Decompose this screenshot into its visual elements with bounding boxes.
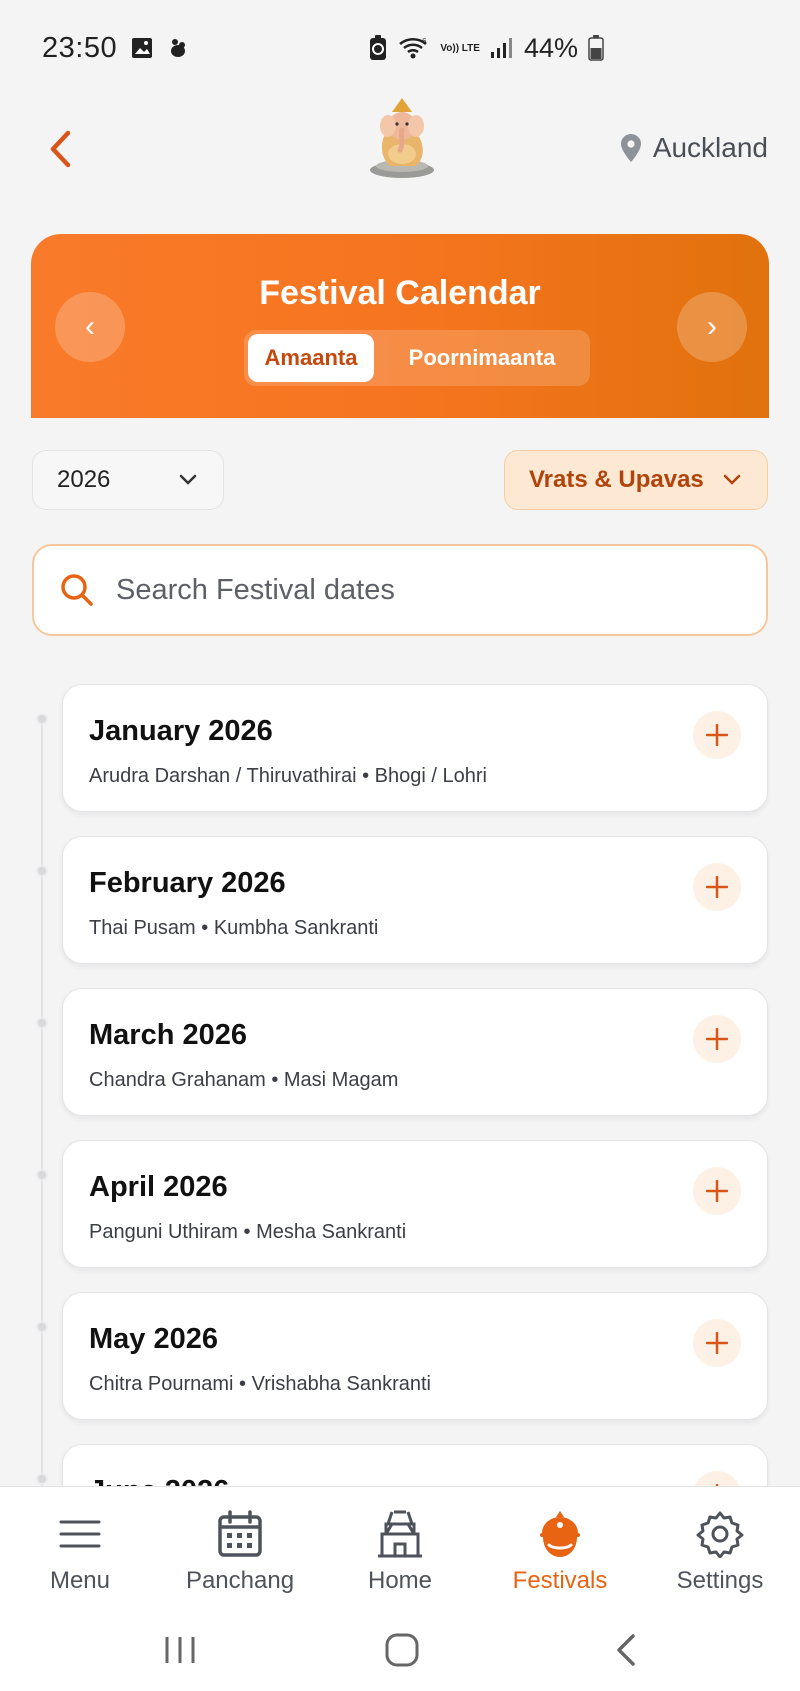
- year-value: 2026: [57, 466, 111, 493]
- timeline-dot: [36, 1321, 48, 1333]
- timeline-dot: [36, 1473, 48, 1485]
- nav-settings-label: Settings: [676, 1567, 764, 1594]
- location-pin-icon: [620, 134, 641, 162]
- back-icon: [617, 1634, 635, 1666]
- wifi-icon: 6: [398, 36, 430, 60]
- battery-icon: [588, 35, 604, 61]
- search-icon: [61, 574, 93, 606]
- timeline-dot: [36, 713, 48, 725]
- tab-amaanta[interactable]: Amaanta: [248, 334, 374, 382]
- back-button[interactable]: [40, 126, 80, 172]
- chevron-right-icon: ›: [707, 310, 717, 343]
- festival-calendar-banner: Festival Calendar ‹ › Amaanta Poornimaan…: [31, 234, 769, 418]
- location-selector[interactable]: Auckland: [620, 132, 768, 164]
- month-title: February 2026: [89, 867, 286, 899]
- prev-button[interactable]: ‹: [55, 292, 125, 362]
- chevron-left-icon: ‹: [85, 310, 95, 343]
- month-festivals: Chitra Pournami • Vrishabha Sankranti: [89, 1373, 431, 1395]
- month-festivals: Chandra Grahanam • Masi Magam: [89, 1069, 399, 1091]
- plus-icon: [706, 876, 728, 898]
- battery-saver-icon: [368, 35, 388, 61]
- add-button[interactable]: [693, 1167, 741, 1215]
- plus-icon: [706, 1180, 728, 1202]
- tab-poornimaanta[interactable]: Poornimaanta: [378, 334, 586, 382]
- timeline-dot: [36, 1017, 48, 1029]
- add-button[interactable]: [693, 711, 741, 759]
- signal-icon: [490, 37, 514, 59]
- plus-icon: [706, 1028, 728, 1050]
- battery-percent: 44%: [523, 32, 578, 63]
- recent-apps-button[interactable]: [150, 1630, 210, 1670]
- menu-icon: [53, 1507, 107, 1561]
- teddy-icon: [167, 37, 189, 59]
- nav-festivals[interactable]: Festivals: [480, 1487, 640, 1608]
- nav-festivals-label: Festivals: [512, 1567, 608, 1594]
- nav-home[interactable]: Home: [320, 1487, 480, 1608]
- app-header: Auckland: [0, 96, 800, 204]
- ganesha-logo: [360, 96, 444, 180]
- nav-settings[interactable]: Settings: [640, 1487, 800, 1608]
- calendar-type-toggle: Amaanta Poornimaanta: [244, 330, 590, 386]
- search-box: [32, 544, 768, 636]
- chevron-down-icon: [179, 474, 197, 485]
- status-time: 23:50: [42, 31, 118, 64]
- month-card-march[interactable]: March 2026 Chandra Grahanam • Masi Magam: [62, 988, 768, 1116]
- month-card-february[interactable]: February 2026 Thai Pusam • Kumbha Sankra…: [62, 836, 768, 964]
- gear-icon: [693, 1507, 747, 1561]
- month-festivals: Arudra Darshan / Thiruvathirai • Bhogi /…: [89, 765, 487, 787]
- category-dropdown[interactable]: Vrats & Upavas: [504, 450, 768, 510]
- system-home-button[interactable]: [372, 1630, 432, 1670]
- calendar-icon: [213, 1507, 267, 1561]
- month-card-january[interactable]: January 2026 Arudra Darshan / Thiruvathi…: [62, 684, 768, 812]
- month-card-april[interactable]: April 2026 Panguni Uthiram • Mesha Sankr…: [62, 1140, 768, 1268]
- nav-home-label: Home: [367, 1567, 433, 1594]
- nav-panchang[interactable]: Panchang: [160, 1487, 320, 1608]
- nav-menu[interactable]: Menu: [0, 1487, 160, 1608]
- bottom-nav: Menu Panchang Home Festivals Settings: [0, 1486, 800, 1608]
- search-input[interactable]: [116, 573, 676, 607]
- add-button[interactable]: [693, 1319, 741, 1367]
- status-bar: 23:50 6 Vo)) LTE 44%: [0, 0, 800, 96]
- add-button[interactable]: [693, 863, 741, 911]
- nav-panchang-label: Panchang: [185, 1567, 295, 1594]
- home-circle-icon: [385, 1633, 419, 1667]
- plus-icon: [706, 1332, 728, 1354]
- svg-text:6: 6: [422, 37, 427, 46]
- system-back-button[interactable]: [596, 1630, 656, 1670]
- chevron-left-icon: [50, 130, 71, 168]
- image-icon: [131, 37, 153, 59]
- temple-icon: [373, 1507, 427, 1561]
- timeline-dot: [36, 1169, 48, 1181]
- next-button[interactable]: ›: [677, 292, 747, 362]
- add-button[interactable]: [693, 1015, 741, 1063]
- volte-icon: Vo)) LTE: [440, 42, 480, 54]
- system-nav-bar: [0, 1608, 800, 1691]
- month-festivals: Panguni Uthiram • Mesha Sankranti: [89, 1221, 407, 1243]
- month-title: May 2026: [89, 1323, 218, 1355]
- month-title: April 2026: [89, 1171, 228, 1203]
- festival-icon: [533, 1507, 587, 1561]
- month-card-may[interactable]: May 2026 Chitra Pournami • Vrishabha San…: [62, 1292, 768, 1420]
- month-festivals: Thai Pusam • Kumbha Sankranti: [89, 917, 379, 939]
- plus-icon: [706, 724, 728, 746]
- page-title: Festival Calendar: [259, 274, 541, 312]
- month-title: March 2026: [89, 1019, 247, 1051]
- nav-menu-label: Menu: [49, 1567, 111, 1594]
- recent-apps-icon: [165, 1637, 195, 1663]
- timeline-line: [41, 716, 43, 1490]
- category-value: Vrats & Upavas: [529, 466, 704, 493]
- month-title: January 2026: [89, 715, 273, 747]
- year-dropdown[interactable]: 2026: [32, 450, 224, 510]
- chevron-down-icon: [723, 474, 741, 485]
- location-label: Auckland: [652, 132, 768, 163]
- timeline-dot: [36, 865, 48, 877]
